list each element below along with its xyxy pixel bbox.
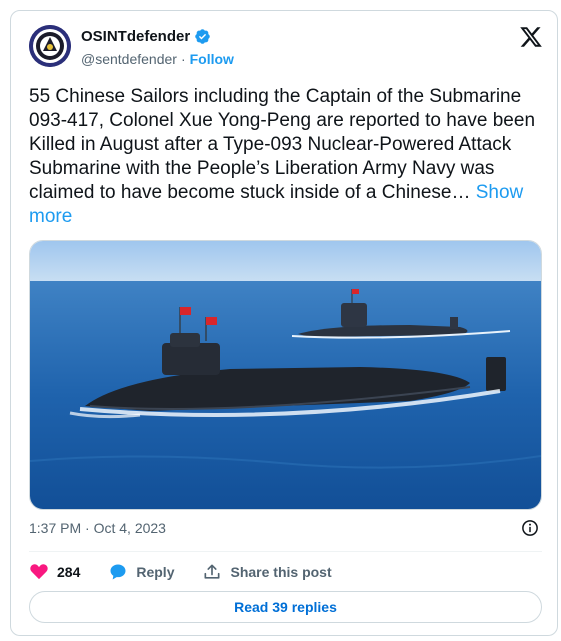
tweet-card: OSINTdefender @sentdefender · Follow 55 … xyxy=(10,10,558,636)
author-handle-row: @sentdefender · Follow xyxy=(81,51,234,67)
share-label: Share this post xyxy=(230,564,332,580)
like-button[interactable]: 284 xyxy=(29,562,80,582)
reply-button[interactable]: Reply xyxy=(108,562,174,582)
x-logo-icon[interactable] xyxy=(519,25,543,49)
divider xyxy=(29,551,542,552)
like-count: 284 xyxy=(57,564,81,580)
info-icon[interactable] xyxy=(521,519,539,537)
author-name-row: OSINTdefender xyxy=(81,28,211,45)
reply-label: Reply xyxy=(136,564,175,580)
follow-button[interactable]: Follow xyxy=(190,51,234,67)
avatar[interactable] xyxy=(29,25,71,67)
read-replies-button[interactable]: Read 39 replies xyxy=(29,591,542,623)
author-handle[interactable]: @sentdefender xyxy=(81,51,177,67)
share-icon xyxy=(204,564,220,579)
share-button[interactable]: Share this post xyxy=(202,562,332,582)
tweet-timestamp[interactable]: 1:37 PM · Oct 4, 2023 xyxy=(29,520,166,536)
avatar-image xyxy=(29,25,71,67)
handle-separator: · xyxy=(180,51,186,67)
submarines-photo xyxy=(30,241,541,509)
tweet-text-block: 55 Chinese Sailors including the Captain… xyxy=(29,85,539,229)
verified-badge-icon xyxy=(194,28,211,45)
reply-bubble-icon xyxy=(110,564,126,580)
action-bar: 284 Reply Share this post xyxy=(29,560,360,584)
tweet-text: 55 Chinese Sailors including the Captain… xyxy=(29,86,536,203)
tweet-media-image[interactable] xyxy=(29,240,542,510)
author-display-name[interactable]: OSINTdefender xyxy=(81,28,190,45)
heart-icon xyxy=(30,564,48,580)
